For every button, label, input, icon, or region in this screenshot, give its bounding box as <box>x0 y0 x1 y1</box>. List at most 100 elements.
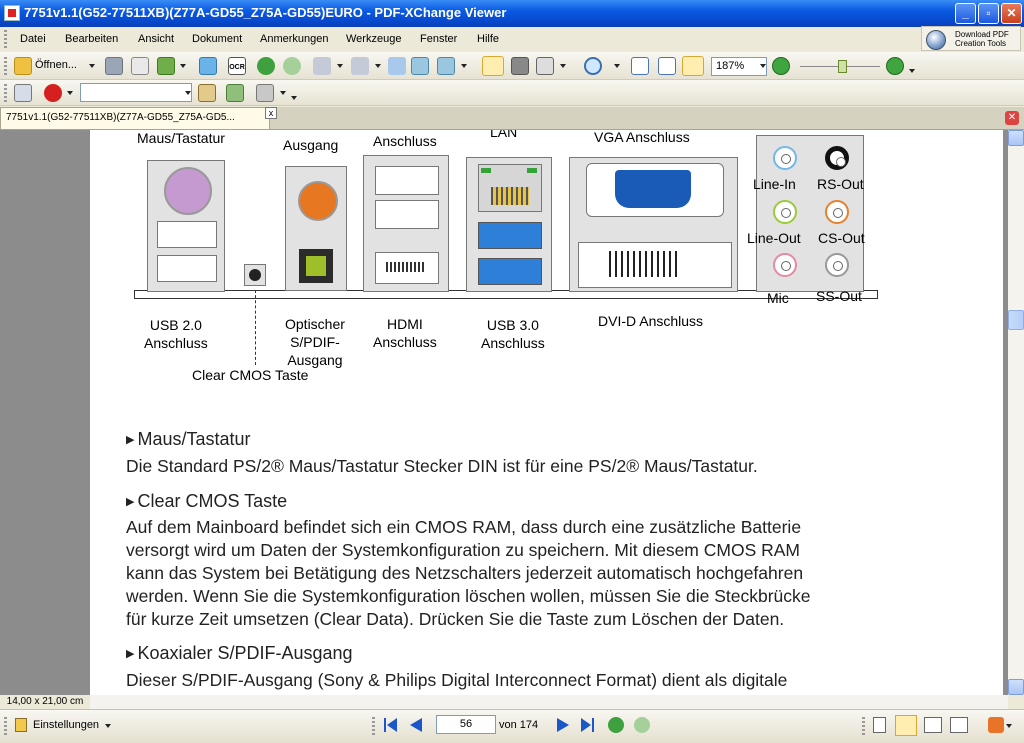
print-icon[interactable] <box>131 57 149 75</box>
next-page-icon[interactable] <box>557 718 569 732</box>
select-dropdown-icon[interactable] <box>560 64 566 68</box>
continuous-page-icon[interactable] <box>895 715 917 736</box>
search-options-icon[interactable] <box>198 84 216 102</box>
cs-out-jack <box>825 200 849 224</box>
page-size-indicator: 14,00 x 21,00 cm <box>0 695 90 709</box>
menu-anmerkungen[interactable]: Anmerkungen <box>260 33 329 45</box>
close-window-button[interactable]: ✕ <box>1001 3 1022 24</box>
history-back-icon[interactable] <box>608 717 624 733</box>
fit-width-icon[interactable] <box>682 56 704 76</box>
promo-line-2: Creation Tools <box>955 39 1006 48</box>
previous-page-icon[interactable] <box>410 718 422 732</box>
label-ss-out: SS-Out <box>816 288 862 304</box>
search-engine-dropdown-icon[interactable] <box>67 91 73 95</box>
comment-dropdown-icon[interactable] <box>280 91 286 95</box>
search-dropdown-icon[interactable] <box>185 91 191 95</box>
label-lan-top: LAN <box>490 130 518 140</box>
toolbar-grip[interactable] <box>4 57 7 75</box>
open-dropdown-icon[interactable] <box>89 64 95 68</box>
folder-open-icon[interactable] <box>14 57 32 75</box>
toolbar-overflow-icon[interactable] <box>909 69 915 73</box>
open-button-label[interactable]: Öffnen... <box>35 59 77 71</box>
menu-bearbeiten[interactable]: Bearbeiten <box>65 33 118 45</box>
zoom-slider-thumb[interactable] <box>838 60 847 73</box>
zoom-dropdown-icon[interactable] <box>760 64 766 68</box>
settings-flag-icon[interactable] <box>15 718 27 732</box>
rotate-icon[interactable] <box>388 57 406 75</box>
line-out-jack <box>773 200 797 224</box>
search-input[interactable] <box>80 83 192 102</box>
page-rotate-right-icon[interactable] <box>437 57 455 75</box>
facing-pages-icon[interactable] <box>924 717 942 733</box>
highlight-results-icon[interactable] <box>226 84 244 102</box>
select-text-icon[interactable] <box>536 57 554 75</box>
last-page-icon[interactable] <box>581 718 595 732</box>
zoom-in-tool-icon[interactable] <box>584 57 602 75</box>
toolbar2-overflow-icon[interactable] <box>291 96 297 100</box>
comment-tools-icon[interactable] <box>256 84 274 102</box>
lan-port <box>478 164 542 212</box>
history-forward-icon[interactable] <box>634 717 650 733</box>
rotate-dropdown-icon[interactable] <box>461 64 467 68</box>
redo-icon[interactable] <box>351 57 369 75</box>
hand-tool-icon[interactable] <box>482 56 504 76</box>
zoom-level-field[interactable]: 187% <box>711 57 767 76</box>
tab-close-button[interactable]: x <box>265 107 277 119</box>
maximize-button[interactable]: ▫ <box>978 3 999 24</box>
label-anschluss-top: Anschluss <box>373 133 437 149</box>
toolbar2-grip[interactable] <box>4 84 7 102</box>
horizontal-scrollbar[interactable] <box>90 695 1008 709</box>
back-arrow-icon[interactable] <box>257 57 275 75</box>
save-icon[interactable] <box>105 57 123 75</box>
single-page-icon[interactable] <box>873 717 886 733</box>
scroll-thumb[interactable] <box>1008 310 1024 330</box>
paragraph-line: kann das System bei Betätigung des Netzs… <box>126 563 804 583</box>
menu-grip[interactable] <box>4 30 7 48</box>
close-document-button[interactable]: ✕ <box>1005 111 1019 125</box>
current-page-input[interactable]: 56 <box>436 715 496 734</box>
snapshot-icon[interactable] <box>511 57 529 75</box>
minimize-button[interactable]: _ <box>955 3 976 24</box>
redo-dropdown-icon[interactable] <box>375 64 381 68</box>
binoculars-icon[interactable] <box>14 84 32 102</box>
scroll-down-button[interactable] <box>1008 679 1024 695</box>
menu-fenster[interactable]: Fenster <box>420 33 457 45</box>
settings-dropdown-icon[interactable] <box>105 724 111 728</box>
settings-button[interactable]: Einstellungen <box>33 719 99 731</box>
layout-grip[interactable] <box>862 717 865 735</box>
forward-arrow-icon[interactable] <box>283 57 301 75</box>
tools-icon[interactable] <box>988 717 1004 733</box>
fit-page-icon[interactable] <box>658 57 676 75</box>
actual-size-icon[interactable] <box>631 57 649 75</box>
export-dropdown-icon[interactable] <box>180 64 186 68</box>
ocr-icon[interactable]: OCR <box>228 57 246 75</box>
undo-icon[interactable] <box>313 57 331 75</box>
label-maus-tastatur-top: Maus/Tastatur <box>137 130 225 146</box>
nav-grip[interactable] <box>372 717 375 735</box>
undo-dropdown-icon[interactable] <box>337 64 343 68</box>
document-tab[interactable]: 7751v1.1(G52-77511XB)(Z77A-GD55_Z75A-GD5… <box>0 107 270 129</box>
vertical-scrollbar[interactable] <box>1008 130 1024 695</box>
export-icon[interactable] <box>157 57 175 75</box>
continuous-facing-icon[interactable] <box>950 717 968 733</box>
document-viewport[interactable]: Maus/Tastatur Ausgang Anschluss LAN VGA … <box>0 130 1008 695</box>
first-page-icon[interactable] <box>384 718 398 732</box>
label-ausgang-top: Ausgang <box>283 137 339 153</box>
dvi-port <box>578 242 732 288</box>
tools-dropdown-icon[interactable] <box>1006 724 1012 728</box>
menu-ansicht[interactable]: Ansicht <box>138 33 174 45</box>
zoom-in-icon[interactable] <box>886 57 904 75</box>
menu-hilfe[interactable]: Hilfe <box>477 33 499 45</box>
zoom-tool-dropdown-icon[interactable] <box>614 64 620 68</box>
menu-werkzeuge[interactable]: Werkzeuge <box>346 33 401 45</box>
ask-search-icon[interactable] <box>44 84 62 102</box>
download-pdf-tools-button[interactable]: Download PDF Creation Tools <box>921 26 1021 51</box>
scroll-up-button[interactable] <box>1008 130 1024 146</box>
menu-datei[interactable]: Datei <box>20 33 46 45</box>
zoom-out-icon[interactable] <box>772 57 790 75</box>
app-icon[interactable] <box>4 5 20 21</box>
page-rotate-left-icon[interactable] <box>411 57 429 75</box>
menu-dokument[interactable]: Dokument <box>192 33 242 45</box>
scan-icon[interactable] <box>199 57 217 75</box>
statusbar-grip[interactable] <box>4 717 7 735</box>
